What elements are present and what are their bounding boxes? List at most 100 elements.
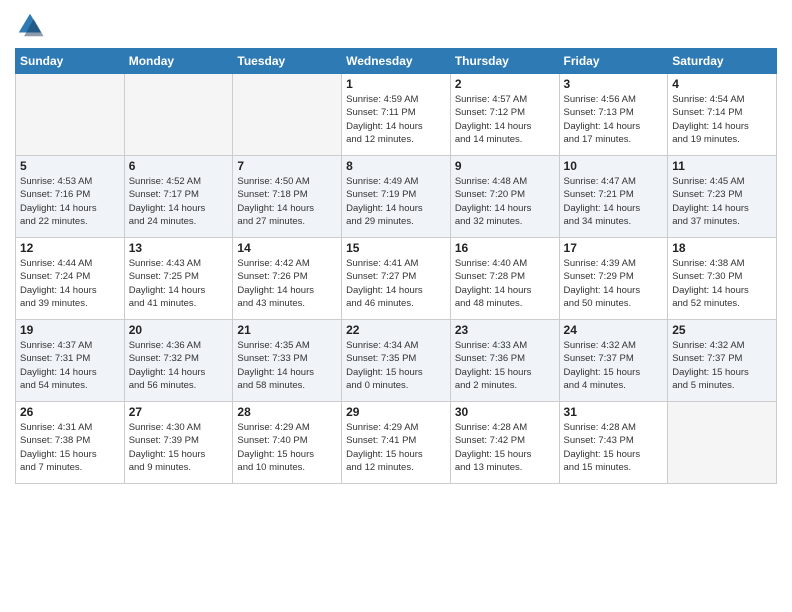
day-number: 29 bbox=[346, 405, 446, 419]
day-number: 14 bbox=[237, 241, 337, 255]
day-info: Sunrise: 4:35 AM Sunset: 7:33 PM Dayligh… bbox=[237, 339, 337, 392]
day-number: 4 bbox=[672, 77, 772, 91]
day-info: Sunrise: 4:30 AM Sunset: 7:39 PM Dayligh… bbox=[129, 421, 229, 474]
day-info: Sunrise: 4:53 AM Sunset: 7:16 PM Dayligh… bbox=[20, 175, 120, 228]
day-info: Sunrise: 4:45 AM Sunset: 7:23 PM Dayligh… bbox=[672, 175, 772, 228]
logo-icon bbox=[15, 10, 45, 40]
calendar-week-row: 12Sunrise: 4:44 AM Sunset: 7:24 PM Dayli… bbox=[16, 238, 777, 320]
day-number: 18 bbox=[672, 241, 772, 255]
day-info: Sunrise: 4:50 AM Sunset: 7:18 PM Dayligh… bbox=[237, 175, 337, 228]
day-number: 6 bbox=[129, 159, 229, 173]
calendar-cell: 19 Sunrise: 4:37 AM Sunset: 7:31 PM Dayli… bbox=[16, 320, 125, 402]
calendar-cell: 1Sunrise: 4:59 AM Sunset: 7:11 PM Daylig… bbox=[342, 74, 451, 156]
calendar-week-row: 1Sunrise: 4:59 AM Sunset: 7:11 PM Daylig… bbox=[16, 74, 777, 156]
day-info: Sunrise: 4:40 AM Sunset: 7:28 PM Dayligh… bbox=[455, 257, 555, 310]
day-info: Sunrise: 4:29 AM Sunset: 7:41 PM Dayligh… bbox=[346, 421, 446, 474]
day-number: 24 bbox=[564, 323, 664, 337]
day-info: Sunrise: 4:31 AM Sunset: 7:38 PM Dayligh… bbox=[20, 421, 120, 474]
day-number: 8 bbox=[346, 159, 446, 173]
day-number: 2 bbox=[455, 77, 555, 91]
day-number: 7 bbox=[237, 159, 337, 173]
day-number: 27 bbox=[129, 405, 229, 419]
calendar-cell: 29 Sunrise: 4:29 AM Sunset: 7:41 PM Dayli… bbox=[342, 402, 451, 484]
day-number: 25 bbox=[672, 323, 772, 337]
day-number: 19 bbox=[20, 323, 120, 337]
calendar-header-row: SundayMondayTuesdayWednesdayThursdayFrid… bbox=[16, 49, 777, 74]
day-number: 10 bbox=[564, 159, 664, 173]
day-of-week-header: Sunday bbox=[16, 49, 125, 74]
calendar-cell: 26 Sunrise: 4:31 AM Sunset: 7:38 PM Dayli… bbox=[16, 402, 125, 484]
day-info: Sunrise: 4:54 AM Sunset: 7:14 PM Dayligh… bbox=[672, 93, 772, 146]
calendar-cell: 2 Sunrise: 4:57 AM Sunset: 7:12 PM Daylig… bbox=[450, 74, 559, 156]
calendar-week-row: 5Sunrise: 4:53 AM Sunset: 7:16 PM Daylig… bbox=[16, 156, 777, 238]
day-number: 3 bbox=[564, 77, 664, 91]
day-info: Sunrise: 4:48 AM Sunset: 7:20 PM Dayligh… bbox=[455, 175, 555, 228]
calendar: SundayMondayTuesdayWednesdayThursdayFrid… bbox=[15, 48, 777, 484]
day-number: 9 bbox=[455, 159, 555, 173]
logo bbox=[15, 10, 49, 40]
calendar-cell: 4 Sunrise: 4:54 AM Sunset: 7:14 PM Daylig… bbox=[668, 74, 777, 156]
calendar-cell: 30 Sunrise: 4:28 AM Sunset: 7:42 PM Dayli… bbox=[450, 402, 559, 484]
day-info: Sunrise: 4:28 AM Sunset: 7:42 PM Dayligh… bbox=[455, 421, 555, 474]
day-info: Sunrise: 4:39 AM Sunset: 7:29 PM Dayligh… bbox=[564, 257, 664, 310]
calendar-cell: 14 Sunrise: 4:42 AM Sunset: 7:26 PM Dayli… bbox=[233, 238, 342, 320]
day-info: Sunrise: 4:56 AM Sunset: 7:13 PM Dayligh… bbox=[564, 93, 664, 146]
day-info: Sunrise: 4:44 AM Sunset: 7:24 PM Dayligh… bbox=[20, 257, 120, 310]
day-info: Sunrise: 4:33 AM Sunset: 7:36 PM Dayligh… bbox=[455, 339, 555, 392]
day-info: Sunrise: 4:52 AM Sunset: 7:17 PM Dayligh… bbox=[129, 175, 229, 228]
calendar-cell: 18 Sunrise: 4:38 AM Sunset: 7:30 PM Dayli… bbox=[668, 238, 777, 320]
day-info: Sunrise: 4:32 AM Sunset: 7:37 PM Dayligh… bbox=[564, 339, 664, 392]
day-info: Sunrise: 4:38 AM Sunset: 7:30 PM Dayligh… bbox=[672, 257, 772, 310]
calendar-cell: 12Sunrise: 4:44 AM Sunset: 7:24 PM Dayli… bbox=[16, 238, 125, 320]
day-info: Sunrise: 4:42 AM Sunset: 7:26 PM Dayligh… bbox=[237, 257, 337, 310]
day-of-week-header: Friday bbox=[559, 49, 668, 74]
day-number: 26 bbox=[20, 405, 120, 419]
calendar-cell: 10Sunrise: 4:47 AM Sunset: 7:21 PM Dayli… bbox=[559, 156, 668, 238]
day-of-week-header: Wednesday bbox=[342, 49, 451, 74]
day-info: Sunrise: 4:28 AM Sunset: 7:43 PM Dayligh… bbox=[564, 421, 664, 474]
calendar-cell: 25 Sunrise: 4:32 AM Sunset: 7:37 PM Dayli… bbox=[668, 320, 777, 402]
day-info: Sunrise: 4:41 AM Sunset: 7:27 PM Dayligh… bbox=[346, 257, 446, 310]
day-of-week-header: Saturday bbox=[668, 49, 777, 74]
calendar-cell: 13Sunrise: 4:43 AM Sunset: 7:25 PM Dayli… bbox=[124, 238, 233, 320]
header bbox=[15, 10, 777, 40]
calendar-cell: 5Sunrise: 4:53 AM Sunset: 7:16 PM Daylig… bbox=[16, 156, 125, 238]
day-number: 20 bbox=[129, 323, 229, 337]
day-number: 23 bbox=[455, 323, 555, 337]
day-info: Sunrise: 4:32 AM Sunset: 7:37 PM Dayligh… bbox=[672, 339, 772, 392]
calendar-cell: 7 Sunrise: 4:50 AM Sunset: 7:18 PM Daylig… bbox=[233, 156, 342, 238]
calendar-cell: 6 Sunrise: 4:52 AM Sunset: 7:17 PM Daylig… bbox=[124, 156, 233, 238]
page: SundayMondayTuesdayWednesdayThursdayFrid… bbox=[0, 0, 792, 612]
day-number: 30 bbox=[455, 405, 555, 419]
day-info: Sunrise: 4:37 AM Sunset: 7:31 PM Dayligh… bbox=[20, 339, 120, 392]
day-of-week-header: Thursday bbox=[450, 49, 559, 74]
calendar-week-row: 26 Sunrise: 4:31 AM Sunset: 7:38 PM Dayli… bbox=[16, 402, 777, 484]
day-info: Sunrise: 4:36 AM Sunset: 7:32 PM Dayligh… bbox=[129, 339, 229, 392]
calendar-cell: 8 Sunrise: 4:49 AM Sunset: 7:19 PM Daylig… bbox=[342, 156, 451, 238]
day-number: 22 bbox=[346, 323, 446, 337]
day-of-week-header: Monday bbox=[124, 49, 233, 74]
day-number: 15 bbox=[346, 241, 446, 255]
calendar-cell bbox=[16, 74, 125, 156]
day-of-week-header: Tuesday bbox=[233, 49, 342, 74]
day-info: Sunrise: 4:34 AM Sunset: 7:35 PM Dayligh… bbox=[346, 339, 446, 392]
calendar-cell: 27 Sunrise: 4:30 AM Sunset: 7:39 PM Dayli… bbox=[124, 402, 233, 484]
day-info: Sunrise: 4:49 AM Sunset: 7:19 PM Dayligh… bbox=[346, 175, 446, 228]
day-info: Sunrise: 4:57 AM Sunset: 7:12 PM Dayligh… bbox=[455, 93, 555, 146]
calendar-cell: 15 Sunrise: 4:41 AM Sunset: 7:27 PM Dayli… bbox=[342, 238, 451, 320]
calendar-cell: 21Sunrise: 4:35 AM Sunset: 7:33 PM Dayli… bbox=[233, 320, 342, 402]
calendar-cell bbox=[124, 74, 233, 156]
calendar-cell: 22 Sunrise: 4:34 AM Sunset: 7:35 PM Dayli… bbox=[342, 320, 451, 402]
calendar-cell: 17Sunrise: 4:39 AM Sunset: 7:29 PM Dayli… bbox=[559, 238, 668, 320]
calendar-cell: 23 Sunrise: 4:33 AM Sunset: 7:36 PM Dayli… bbox=[450, 320, 559, 402]
calendar-cell: 3 Sunrise: 4:56 AM Sunset: 7:13 PM Daylig… bbox=[559, 74, 668, 156]
calendar-cell: 24 Sunrise: 4:32 AM Sunset: 7:37 PM Dayli… bbox=[559, 320, 668, 402]
day-number: 1 bbox=[346, 77, 446, 91]
day-number: 28 bbox=[237, 405, 337, 419]
calendar-cell bbox=[233, 74, 342, 156]
day-info: Sunrise: 4:43 AM Sunset: 7:25 PM Dayligh… bbox=[129, 257, 229, 310]
calendar-cell: 16Sunrise: 4:40 AM Sunset: 7:28 PM Dayli… bbox=[450, 238, 559, 320]
calendar-cell: 11Sunrise: 4:45 AM Sunset: 7:23 PM Dayli… bbox=[668, 156, 777, 238]
calendar-cell: 20 Sunrise: 4:36 AM Sunset: 7:32 PM Dayli… bbox=[124, 320, 233, 402]
day-info: Sunrise: 4:29 AM Sunset: 7:40 PM Dayligh… bbox=[237, 421, 337, 474]
